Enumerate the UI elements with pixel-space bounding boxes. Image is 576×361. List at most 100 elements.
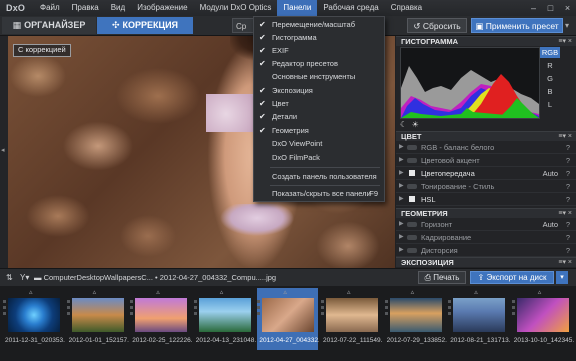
panel-menu-icon[interactable]: ≡▾ × <box>558 132 572 142</box>
panel-menu-icon[interactable]: ≡▾ × <box>558 37 572 47</box>
channel-b[interactable]: B <box>540 86 560 97</box>
expand-icon[interactable]: ▶ <box>399 194 404 205</box>
geometry-tool-row[interactable]: ▶ Кадрирование? <box>396 232 576 244</box>
enable-toggle[interactable] <box>409 196 415 202</box>
sun-icon[interactable]: ☀ <box>412 120 419 129</box>
sort-icon[interactable]: ⇅ <box>6 269 13 286</box>
enable-toggle[interactable] <box>407 248 417 253</box>
close-button[interactable]: × <box>559 0 576 16</box>
toolbar-more-icon[interactable]: ▾ <box>565 18 574 33</box>
help-icon[interactable]: ? <box>566 219 570 230</box>
enable-toggle[interactable] <box>409 170 415 176</box>
help-icon[interactable]: ? <box>566 155 570 166</box>
geometry-panel-header[interactable]: ГЕОМЕТРИЯ ≡▾ × <box>396 208 576 218</box>
menu-view[interactable]: Вид <box>105 0 131 16</box>
color-panel-header[interactable]: ЦВЕТ ≡▾ × <box>396 131 576 141</box>
apply-preset-button[interactable]: ▣ Применить пресет <box>471 18 563 33</box>
filmstrip-thumbnail[interactable]: ▵ 2012-08-21_131713... <box>448 288 510 350</box>
rating-dots[interactable] <box>130 300 134 330</box>
color-tool-row[interactable]: ▶ Цветопередача Auto? <box>396 168 576 180</box>
menu-item-preset-editor[interactable]: ✔ Редактор пресетов <box>254 58 384 70</box>
channel-g[interactable]: G <box>540 73 560 84</box>
maximize-button[interactable]: □ <box>542 0 559 16</box>
menu-item-geometry[interactable]: ✔ Геометрия <box>254 125 384 137</box>
menu-item-viewpoint[interactable]: DxO ViewPoint <box>254 138 384 150</box>
histogram-header[interactable]: ГИСТОГРАММА ≡▾ × <box>396 36 576 46</box>
menu-item-filmpack[interactable]: DxO FilmPack <box>254 152 384 164</box>
menu-item-toggle-all-panels[interactable]: Показать/скрыть все панели F9 <box>254 188 384 200</box>
menu-item-details[interactable]: ✔ Детали <box>254 111 384 123</box>
export-to-disk-button[interactable]: ⇪ Экспорт на диск <box>470 271 554 284</box>
filmstrip-thumbnail[interactable]: ▵ 2013-10-10_142345... <box>511 288 574 350</box>
help-icon[interactable]: ? <box>566 245 570 256</box>
moon-icon[interactable]: ☾ <box>400 120 407 129</box>
color-tool-row[interactable]: ▶ Тонирование - Стиль? <box>396 181 576 193</box>
filmstrip-thumbnail[interactable]: ▵ 2012-04-27_004332... <box>257 288 319 350</box>
enable-toggle[interactable] <box>407 158 417 163</box>
menu-panels[interactable]: Панели <box>277 0 318 16</box>
help-icon[interactable]: ? <box>566 168 570 179</box>
rating-dots[interactable] <box>193 300 197 330</box>
panel-menu-icon[interactable]: ≡▾ × <box>558 209 572 219</box>
enable-toggle[interactable] <box>407 222 417 227</box>
menu-item-color[interactable]: ✔ Цвет <box>254 98 384 110</box>
expand-icon[interactable]: ▶ <box>399 181 404 192</box>
menu-file[interactable]: Файл <box>34 0 66 16</box>
filmstrip-thumbnail[interactable]: ▵ 2011-12-31_020353... <box>3 288 65 350</box>
menu-item-essential-tools[interactable]: Основные инструменты <box>254 71 384 83</box>
channel-rgb[interactable]: RGB <box>540 47 560 58</box>
channel-l[interactable]: L <box>540 99 560 110</box>
print-button[interactable]: ⎙ Печать <box>418 271 466 284</box>
panel-menu-icon[interactable]: ≡▾ × <box>558 258 572 268</box>
rating-dots[interactable] <box>257 300 261 330</box>
left-collapse-strip[interactable]: ◂ <box>0 36 8 268</box>
minimize-button[interactable]: – <box>525 0 542 16</box>
help-icon[interactable]: ? <box>566 232 570 243</box>
filter-icon[interactable]: Y▾ <box>20 269 29 286</box>
help-icon[interactable]: ? <box>566 142 570 153</box>
rating-dots[interactable] <box>448 300 452 330</box>
filmstrip-thumbnail[interactable]: ▵ 2012-01-01_152157... <box>66 288 129 350</box>
rating-dots[interactable] <box>511 300 515 330</box>
filmstrip-thumbnail[interactable]: ▵ 2012-02-25_122226... <box>130 288 192 350</box>
menu-optics-modules[interactable]: Модули DxO Optics <box>194 0 278 16</box>
geometry-tool-row[interactable]: ▶ Дисторсия? <box>396 245 576 257</box>
enable-toggle[interactable] <box>407 235 417 240</box>
menu-workspace[interactable]: Рабочая среда <box>317 0 384 16</box>
filmstrip-thumbnail[interactable]: ▵ 2012-07-29_133852... <box>384 288 447 350</box>
menu-item-move-zoom[interactable]: ✔ Перемещение/масштаб <box>254 19 384 31</box>
expand-icon[interactable]: ▶ <box>399 232 404 243</box>
compare-button[interactable]: Ср <box>232 18 254 33</box>
menu-edit[interactable]: Правка <box>66 0 105 16</box>
filmstrip-thumbnail[interactable]: ▵ 2012-07-22_111549... <box>321 288 383 350</box>
expand-icon[interactable]: ▶ <box>399 245 404 256</box>
expand-icon[interactable]: ▶ <box>399 155 404 166</box>
color-tool-row[interactable]: ▶ Цветовой акцент? <box>396 155 576 167</box>
menu-image[interactable]: Изображение <box>131 0 193 16</box>
filmstrip-thumbnail[interactable]: ▵ 2012-04-13_231048... <box>193 288 256 350</box>
expand-icon[interactable]: ▶ <box>399 168 404 179</box>
menu-help[interactable]: Справка <box>385 0 428 16</box>
expand-icon[interactable]: ▶ <box>399 219 404 230</box>
rating-dots[interactable] <box>384 300 388 330</box>
exposure-panel-header[interactable]: ЭКСПОЗИЦИЯ ≡▾ × <box>396 257 576 267</box>
enable-toggle[interactable] <box>407 184 417 189</box>
menu-item-exposure[interactable]: ✔ Экспозиция <box>254 85 384 97</box>
color-tool-row[interactable]: ▶ HSL? <box>396 194 576 206</box>
help-icon[interactable]: ? <box>566 181 570 192</box>
menu-item-exif[interactable]: ✔ EXIF <box>254 45 384 57</box>
help-icon[interactable]: ? <box>566 194 570 205</box>
rating-dots[interactable] <box>321 300 324 330</box>
color-tool-row[interactable]: ▶ RGB - баланс белого? <box>396 142 576 154</box>
tab-correction[interactable]: ✣ КОРРЕКЦИЯ <box>97 17 193 34</box>
menu-item-histogram[interactable]: ✔ Гистограмма <box>254 32 384 44</box>
enable-toggle[interactable] <box>407 145 417 150</box>
expand-icon[interactable]: ▶ <box>399 142 404 153</box>
geometry-tool-row[interactable]: ▶ Горизонт Auto? <box>396 219 576 231</box>
tab-organizer[interactable]: ▦ ОРГАНАЙЗЕР <box>2 17 96 34</box>
rating-dots[interactable] <box>3 300 6 330</box>
reset-button[interactable]: ↺ Сбросить <box>407 18 467 33</box>
export-options-icon[interactable]: ▾ <box>556 271 568 284</box>
channel-r[interactable]: R <box>540 60 560 71</box>
menu-item-create-user-panel[interactable]: Создать панель пользователя <box>254 171 384 183</box>
